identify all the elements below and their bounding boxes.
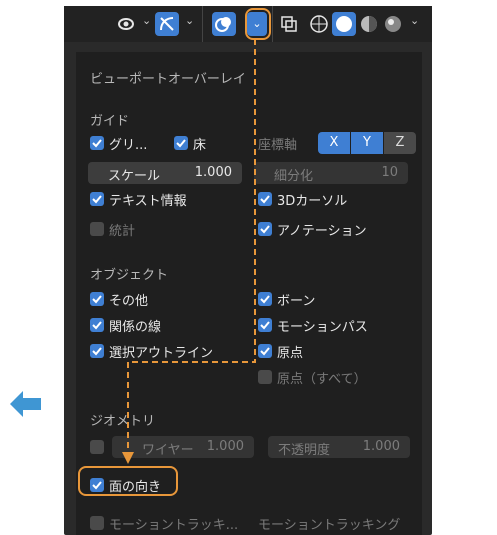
- viewport-window: ⌄ ⌄ ⌄ ⌄ ビューポートオーバーレイ ガイド グリ... 床 座標軸 X Y…: [64, 6, 432, 535]
- guide-arrow-path: [122, 39, 256, 464]
- left-arrow-icon: [10, 390, 42, 422]
